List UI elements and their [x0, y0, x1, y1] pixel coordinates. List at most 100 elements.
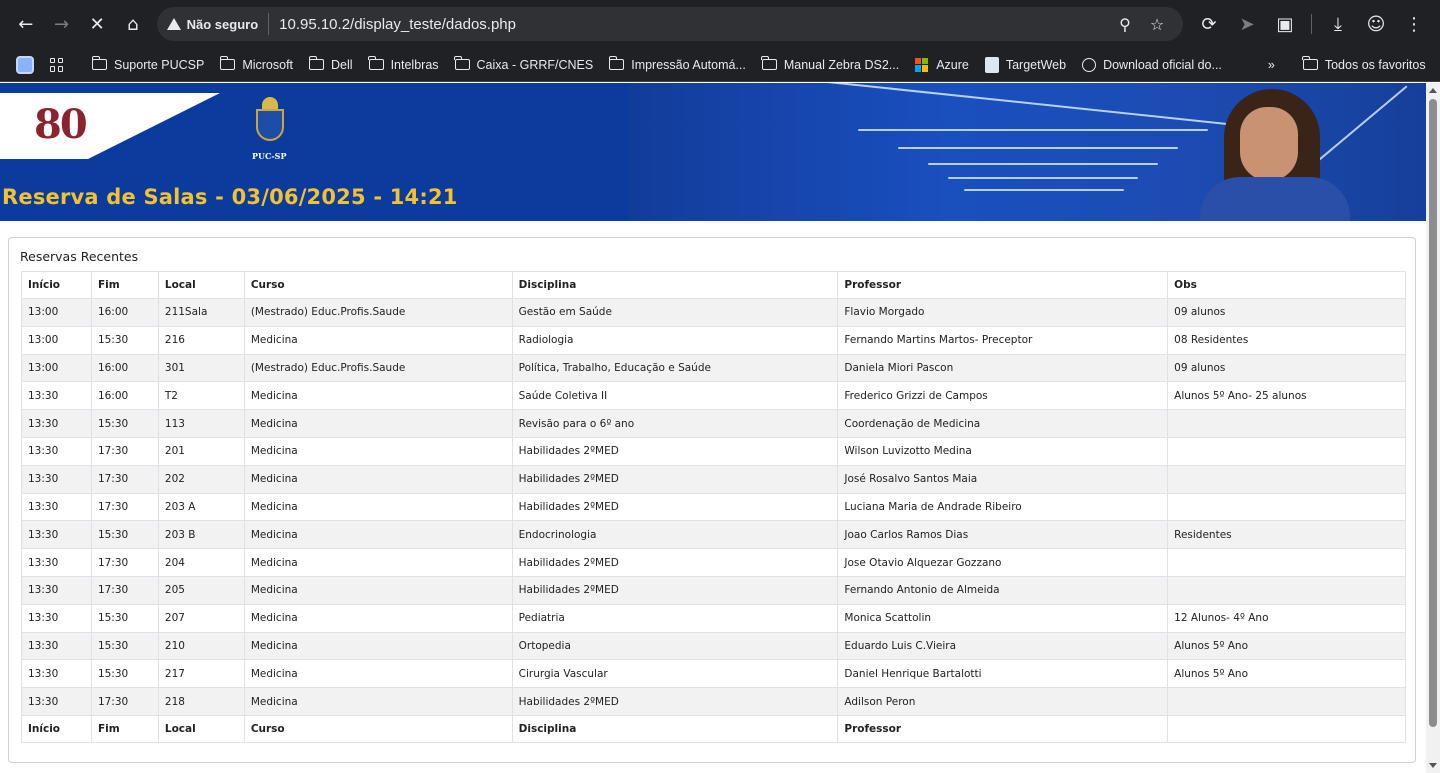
table-cell: 15:30 — [90, 631, 159, 661]
light-stripe — [858, 129, 1208, 131]
light-stripe — [964, 189, 1124, 191]
send-icon[interactable]: ➤ — [1229, 6, 1265, 42]
scroll-up-icon[interactable] — [1429, 88, 1437, 93]
bookmark-label: Intelbras — [390, 57, 439, 72]
table-cell: Habilidades 2ºMED — [511, 575, 839, 605]
bookmark-manual-zebra[interactable]: Manual Zebra DS2... — [754, 56, 907, 72]
table-cell: Medicina — [243, 492, 513, 522]
profile-icon[interactable]: ☺ — [1358, 6, 1394, 42]
table-cell: Frederico Grizzi de Campos — [837, 381, 1169, 411]
forward-icon[interactable]: → — [44, 6, 80, 42]
table-cell: 15:30 — [90, 603, 159, 633]
bookmark-targetweb[interactable]: TargetWeb — [977, 56, 1074, 73]
table-cell: Habilidades 2ºMED — [511, 548, 839, 577]
download-icon[interactable]: ⤓ — [1320, 6, 1356, 42]
table-cell: 204 — [157, 548, 245, 577]
table-cell: 09 alunos — [1167, 298, 1406, 327]
folder-icon — [308, 56, 325, 70]
page-title: Reserva de Salas - 03/06/2025 - 14:21 — [2, 185, 458, 209]
folder-icon — [1302, 56, 1318, 70]
column-footer: Curso — [243, 714, 513, 743]
table-row: 13:30 15:30 113 Medicina Revisão para o 6º a… — [21, 409, 1406, 438]
column-footer: Disciplina — [511, 714, 839, 743]
table-cell: Medicina — [243, 548, 513, 577]
bookmarks-overflow-button[interactable]: » — [1260, 58, 1283, 72]
table-cell: 15:30 — [90, 325, 159, 355]
page-scrollbar[interactable] — [1426, 83, 1440, 773]
table-cell: Habilidades 2ºMED — [511, 687, 839, 716]
security-chip[interactable]: Não seguro — [166, 13, 270, 35]
home-icon[interactable]: ⌂ — [115, 6, 151, 42]
table-header-row: Início Fim Local Curso Disciplina Profes… — [21, 271, 1406, 299]
bookmark-label: Dell — [331, 57, 353, 72]
address-bar[interactable]: Não seguro 10.95.10.2/display_teste/dado… — [156, 7, 1183, 41]
folder-icon — [454, 56, 470, 70]
banner-photo — [628, 83, 1426, 221]
bookmarks-bar: Suporte PUCSP Microsoft Dell Intelbras C… — [0, 48, 1440, 82]
bookmark-intelbras[interactable]: Intelbras — [361, 56, 447, 72]
table-row: 13:30 17:30 218 Medicina Habilidades 2ºMED Ad… — [21, 687, 1406, 716]
light-stripe — [928, 163, 1158, 165]
table-cell: Ortopedia — [511, 631, 839, 661]
bookmark-caixa[interactable]: Caixa - GRRF/CNES — [447, 56, 602, 72]
header-banner: 80 PUC-SP Reserva de Salas - 03/06/2025 … — [0, 83, 1426, 221]
extensions-icon[interactable]: ▣ — [1267, 6, 1303, 42]
zoom-icon[interactable]: ⚲ — [1109, 8, 1141, 40]
scroll-thumb[interactable] — [1429, 99, 1437, 727]
table-cell: Medicina — [243, 325, 513, 355]
table-cell: T2 — [157, 381, 245, 411]
url-text[interactable]: 10.95.10.2/display_teste/dados.php — [279, 16, 1109, 33]
table-cell: 08 Residentes — [1167, 325, 1406, 355]
table-cell: Medicina — [243, 687, 513, 716]
table-cell: (Mestrado) Educ.Profis.Saude — [243, 298, 513, 327]
table-cell: 15:30 — [90, 659, 159, 689]
table-cell — [1167, 409, 1406, 438]
column-footer: Início — [21, 714, 92, 743]
table-cell: 201 — [157, 436, 245, 466]
back-icon[interactable]: ← — [8, 6, 44, 42]
tab-search-button[interactable] — [8, 55, 42, 74]
bookmark-label: Impressão Automá... — [631, 57, 746, 72]
table-cell: 13:00 — [21, 353, 92, 383]
apps-button[interactable] — [42, 57, 72, 72]
sync-icon[interactable]: ⟳ — [1191, 6, 1227, 42]
bookmark-label: Azure — [936, 57, 969, 72]
folder-icon — [91, 56, 107, 70]
table-cell: Residentes — [1167, 520, 1406, 550]
table-row: 13:30 17:30 205 Medicina Habilidades 2ºMED Fe… — [21, 575, 1406, 605]
bookmark-label: TargetWeb — [1005, 57, 1067, 72]
bookmark-label: Microsoft — [242, 57, 294, 72]
menu-icon[interactable]: ⋮ — [1396, 6, 1432, 42]
table-cell: Habilidades 2ºMED — [511, 436, 839, 466]
bookmark-label: Download oficial do... — [1103, 57, 1222, 72]
bookmark-dell[interactable]: Dell — [301, 56, 361, 72]
table-cell: 15:30 — [90, 520, 159, 550]
table-cell: Medicina — [243, 520, 513, 550]
bookmark-download[interactable]: Download oficial do... — [1074, 57, 1230, 72]
all-bookmarks-button[interactable]: Todos os favoritos — [1295, 56, 1434, 72]
table-cell: 13:30 — [21, 492, 92, 522]
stop-icon[interactable]: ✕ — [79, 6, 115, 42]
table-cell — [1167, 436, 1406, 466]
table-cell: 13:30 — [21, 436, 92, 466]
globe-icon — [1082, 57, 1097, 72]
table-cell: 203 B — [157, 520, 245, 550]
table-cell — [1167, 492, 1406, 522]
table-cell: 17:30 — [90, 548, 159, 577]
folder-icon — [219, 56, 236, 70]
reservations-card: Reservas Recentes Início Fim Local Curso… — [8, 237, 1416, 763]
bookmark-suporte-pucsp[interactable]: Suporte PUCSP — [84, 56, 212, 72]
column-footer: Local — [157, 714, 245, 743]
scroll-down-icon[interactable] — [1429, 763, 1437, 768]
bookmark-azure[interactable]: Azure — [907, 57, 977, 72]
table-row: 13:30 15:30 203 B Medicina Endocrinologia Joa… — [21, 520, 1406, 550]
bookmark-microsoft[interactable]: Microsoft — [212, 56, 301, 72]
table-row: 13:30 17:30 203 A Medicina Habilidades 2ºMED… — [21, 492, 1406, 522]
table-cell: Medicina — [243, 575, 513, 605]
star-icon[interactable]: ☆ — [1141, 8, 1173, 40]
table-cell — [1167, 575, 1406, 605]
table-cell: 16:00 — [90, 298, 159, 327]
table-cell: Revisão para o 6º ano — [511, 409, 839, 438]
bookmark-impressao[interactable]: Impressão Automá... — [601, 56, 754, 72]
table-cell: Pediatria — [511, 603, 839, 633]
